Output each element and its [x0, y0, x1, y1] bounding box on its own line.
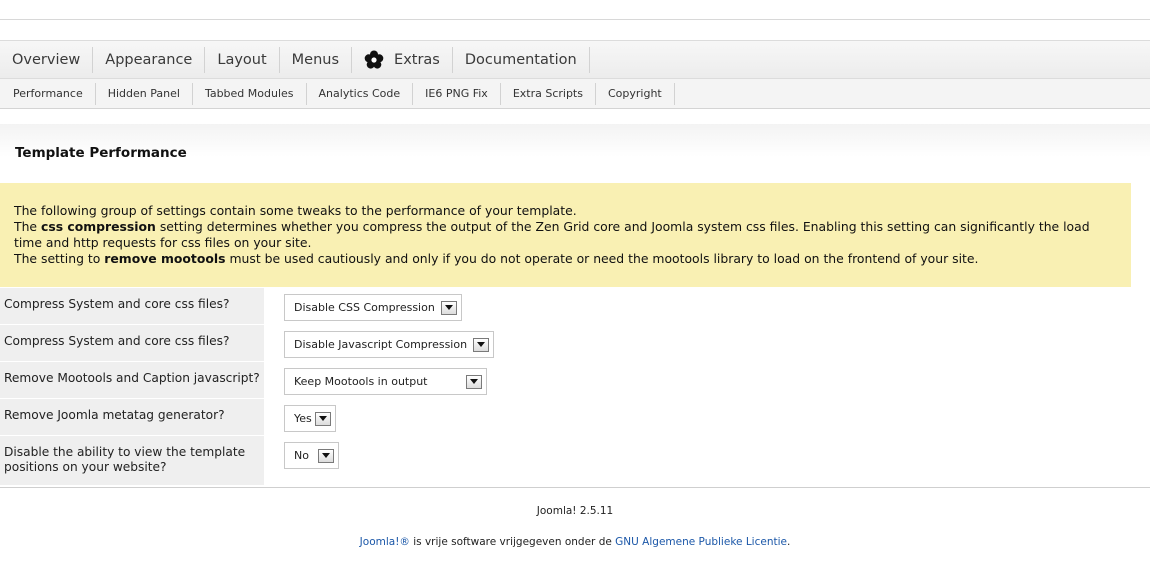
tab-layout[interactable]: Layout — [205, 46, 280, 73]
tab-menus[interactable]: Menus — [280, 46, 353, 73]
select-value: No — [294, 449, 309, 462]
select-value: Yes — [294, 412, 312, 425]
subtab-tabbed-modules[interactable]: Tabbed Modules — [193, 82, 307, 105]
top-strip — [0, 0, 1150, 20]
subtab-copyright[interactable]: Copyright — [596, 82, 675, 105]
subtab-analytics-code[interactable]: Analytics Code — [307, 82, 414, 105]
setting-label: Remove Joomla metatag generator? — [0, 399, 264, 436]
select-value: Disable CSS Compression — [294, 301, 435, 314]
select-value: Keep Mootools in output — [294, 375, 428, 388]
subtab-ie6-png-fix[interactable]: IE6 PNG Fix — [413, 82, 501, 105]
subtab-performance[interactable]: Performance — [0, 82, 96, 105]
setting-row: Compress System and core css files? Disa… — [0, 288, 1150, 325]
chevron-down-icon — [473, 337, 490, 352]
footer-license: Joomla!® is vrije software vrijgegeven o… — [359, 536, 791, 548]
select-value: Disable Javascript Compression — [294, 338, 468, 351]
setting-row: Remove Mootools and Caption javascript? … — [0, 362, 1150, 399]
chevron-down-icon — [314, 411, 331, 426]
template-positions-select[interactable]: No — [284, 442, 339, 469]
setting-label: Compress System and core css files? — [0, 288, 264, 325]
tab-overview[interactable]: Overview — [0, 46, 94, 73]
page-title: Template Performance — [15, 145, 187, 161]
flower-icon — [364, 50, 384, 70]
setting-row: Remove Joomla metatag generator? Yes — [0, 399, 1150, 436]
joomla-link[interactable]: Joomla!® — [360, 536, 410, 548]
chevron-down-icon — [465, 374, 482, 389]
settings-table: Compress System and core css files? Disa… — [0, 288, 1150, 486]
setting-label: Compress System and core css files? — [0, 325, 264, 362]
setting-row: Compress System and core css files? Disa… — [0, 325, 1150, 362]
tab-appearance[interactable]: Appearance — [93, 46, 206, 73]
subtab-hidden-panel[interactable]: Hidden Panel — [96, 82, 193, 105]
main-nav: Overview Appearance Layout Menus Extras … — [0, 40, 1150, 79]
footer-divider — [0, 487, 1150, 500]
notice-line-2: The css compression setting determines w… — [14, 219, 1090, 250]
metatag-generator-select[interactable]: Yes — [284, 405, 336, 432]
js-compression-select[interactable]: Disable Javascript Compression — [284, 331, 495, 358]
gpl-license-link[interactable]: GNU Algemene Publieke Licentie — [615, 536, 787, 548]
chevron-down-icon — [440, 300, 457, 315]
info-notice: The following group of settings contain … — [0, 183, 1131, 287]
notice-line-3: The setting to remove mootools must be u… — [14, 251, 979, 266]
setting-label: Disable the ability to view the template… — [0, 436, 264, 486]
setting-row: Disable the ability to view the template… — [0, 436, 1150, 486]
tab-documentation[interactable]: Documentation — [453, 46, 590, 73]
sub-nav: Performance Hidden Panel Tabbed Modules … — [0, 79, 1150, 109]
footer-version: Joomla! 2.5.11 — [536, 505, 614, 517]
setting-label: Remove Mootools and Caption javascript? — [0, 362, 264, 399]
chevron-down-icon — [317, 448, 334, 463]
css-compression-select[interactable]: Disable CSS Compression — [284, 294, 462, 321]
subtab-extra-scripts[interactable]: Extra Scripts — [501, 82, 596, 105]
mootools-select[interactable]: Keep Mootools in output — [284, 368, 487, 395]
notice-line-1: The following group of settings contain … — [14, 203, 577, 218]
tab-extras[interactable]: Extras — [352, 46, 453, 73]
